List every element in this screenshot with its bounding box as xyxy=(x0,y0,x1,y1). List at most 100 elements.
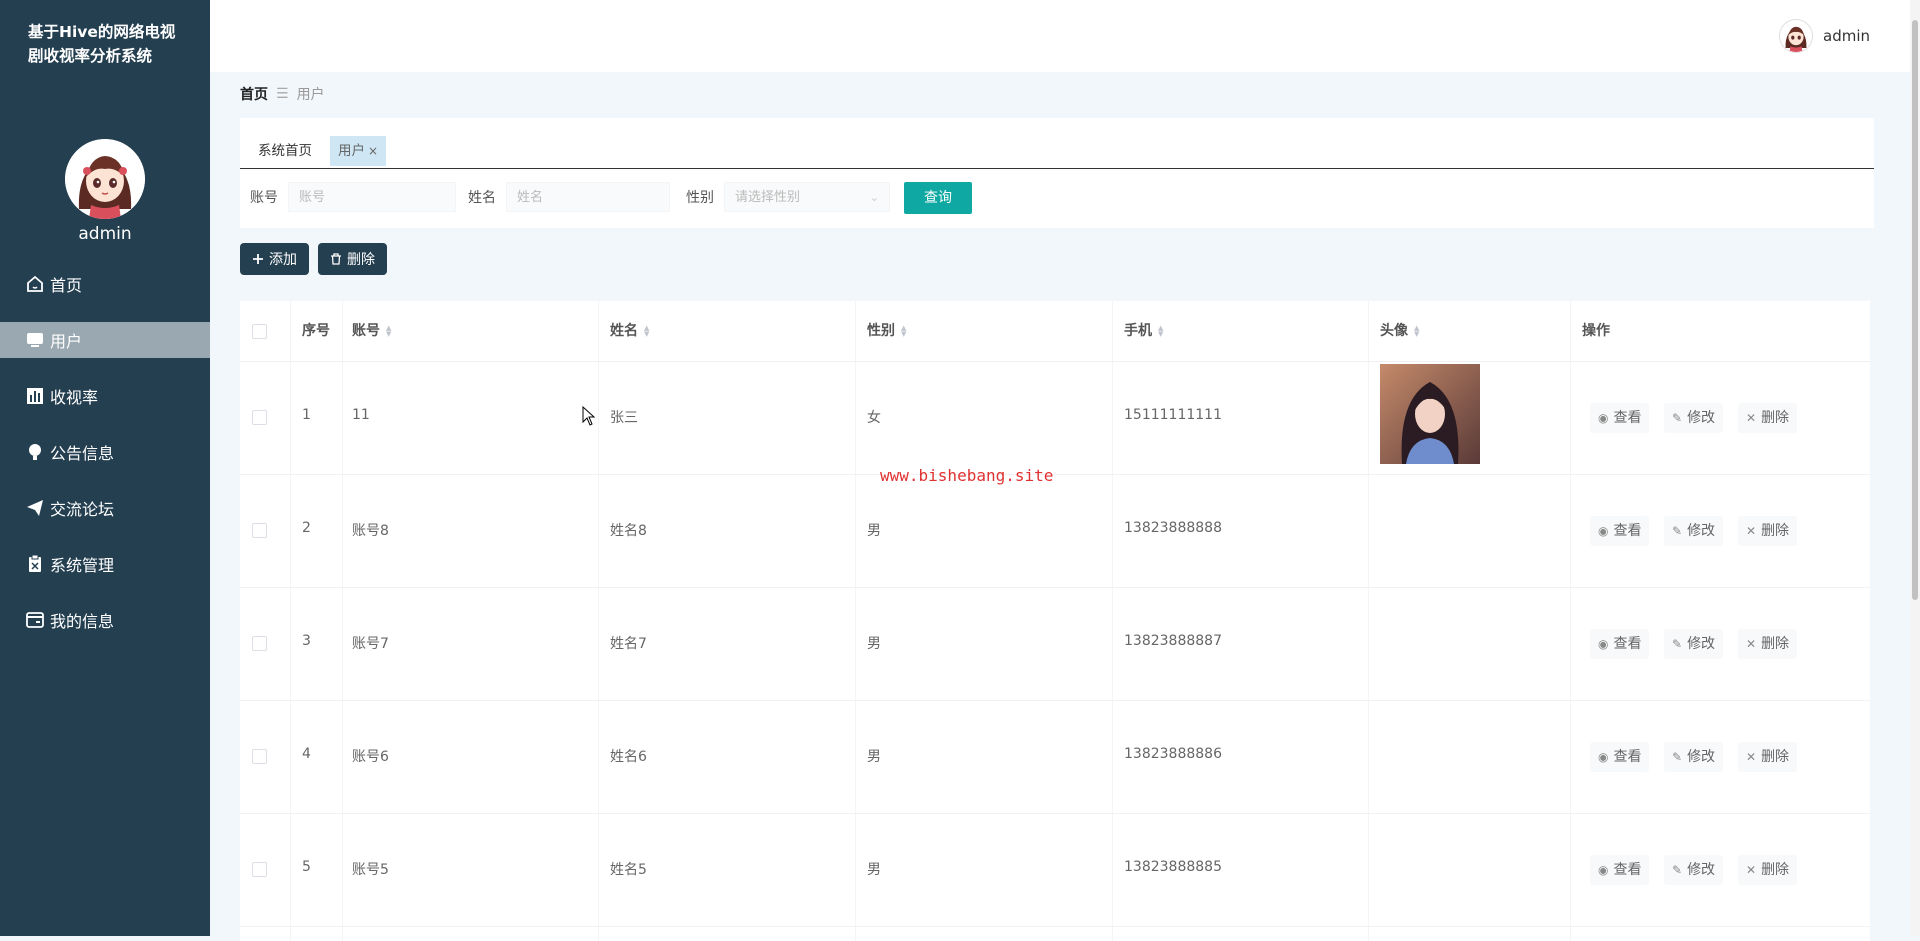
cell-phone: 13823888885 xyxy=(1124,859,1222,875)
view-button[interactable]: ◉ 查看 xyxy=(1590,629,1650,659)
cell-gender: 男 xyxy=(867,749,881,765)
add-button-label: 添加 xyxy=(269,252,297,268)
column-header-label: 手机 xyxy=(1124,323,1152,339)
user-photo[interactable] xyxy=(1380,364,1480,464)
breadcrumb: 首页 ☰ 用户 xyxy=(240,84,325,104)
sort-icon[interactable]: ▲ ▼ xyxy=(386,325,391,338)
view-button[interactable]: ◉ 查看 xyxy=(1590,516,1650,546)
edit-icon: ✎ xyxy=(1672,411,1683,425)
trash-icon xyxy=(330,253,342,265)
cell-name: 姓名5 xyxy=(610,862,647,878)
cell-name: 姓名7 xyxy=(610,636,647,652)
edit-button[interactable]: ✎ 修改 xyxy=(1664,403,1724,433)
row-checkbox[interactable] xyxy=(252,636,267,651)
cell-name: 姓名8 xyxy=(610,523,647,539)
view-button[interactable]: ◉ 查看 xyxy=(1590,403,1650,433)
sidebar-item-users[interactable]: 用户 xyxy=(0,322,210,358)
sort-icon[interactable]: ▲ ▼ xyxy=(1414,325,1419,338)
gender-label: 性别 xyxy=(686,190,714,206)
column-header-avatar[interactable]: 头像 ▲ ▼ xyxy=(1380,301,1419,361)
close-icon: ✕ xyxy=(1746,863,1757,877)
sidebar-item-system[interactable]: 系统管理 xyxy=(0,546,210,582)
sidebar-item-label: 交流论坛 xyxy=(50,500,115,519)
edit-button[interactable]: ✎ 修改 xyxy=(1664,516,1724,546)
column-header-account[interactable]: 账号 ▲ ▼ xyxy=(352,301,391,361)
cell-account: 账号6 xyxy=(352,749,389,765)
delete-row-button[interactable]: ✕ 删除 xyxy=(1738,855,1798,885)
sidebar-item-forum[interactable]: 交流论坛 xyxy=(0,490,210,526)
row-checkbox[interactable] xyxy=(252,862,267,877)
sidebar-item-ratings[interactable]: 收视率 xyxy=(0,378,210,414)
eye-icon: ◉ xyxy=(1598,637,1609,651)
eye-icon: ◉ xyxy=(1598,524,1609,538)
row-checkbox[interactable] xyxy=(252,749,267,764)
edit-button[interactable]: ✎ 修改 xyxy=(1664,855,1724,885)
sort-icon[interactable]: ▲ ▼ xyxy=(901,325,906,338)
column-header-name[interactable]: 姓名 ▲ ▼ xyxy=(610,301,649,361)
home-icon xyxy=(24,273,46,295)
table-row: 3 账号7 姓名7 男 13823888887 ◉ 查看 ✎ 修改 ✕ 删除 xyxy=(240,588,1870,701)
topbar-username: admin xyxy=(1823,27,1870,45)
view-button[interactable]: ◉ 查看 xyxy=(1590,855,1650,885)
mouse-cursor-icon xyxy=(582,405,596,430)
name-label: 姓名 xyxy=(468,190,496,206)
tab-dashboard[interactable]: 系统首页 xyxy=(250,136,320,166)
cell-phone: 13823888888 xyxy=(1124,520,1222,536)
cell-gender: 男 xyxy=(867,636,881,652)
sidebar-item-home[interactable]: 首页 xyxy=(0,266,210,302)
delete-button[interactable]: 删除 xyxy=(318,243,387,275)
query-button[interactable]: 查询 xyxy=(904,182,972,214)
eye-icon: ◉ xyxy=(1598,411,1609,425)
gender-select[interactable]: 请选择性别 ⌄ xyxy=(724,182,890,212)
breadcrumb-home[interactable]: 首页 xyxy=(240,84,268,104)
row-checkbox[interactable] xyxy=(252,410,267,425)
vertical-scrollbar[interactable] xyxy=(1910,0,1920,936)
account-input[interactable]: 账号 xyxy=(288,182,456,212)
search-form: 账号 账号 姓名 姓名 性别 请选择性别 ⌄ 查询 xyxy=(240,182,1874,214)
sidebar-item-label: 系统管理 xyxy=(50,556,115,575)
tab-users[interactable]: 用户 × xyxy=(330,136,387,166)
close-icon[interactable]: × xyxy=(368,144,378,158)
column-header-label: 序号 xyxy=(302,323,330,339)
user-menu[interactable]: admin xyxy=(1779,19,1870,53)
tab-bar: 系统首页 用户 × xyxy=(240,118,1874,169)
column-header-label: 性别 xyxy=(867,323,895,339)
sidebar-item-label: 首页 xyxy=(50,276,83,295)
add-button[interactable]: 添加 xyxy=(240,243,309,275)
view-button[interactable]: ◉ 查看 xyxy=(1590,742,1650,772)
avatar[interactable] xyxy=(65,139,145,219)
column-header-phone[interactable]: 手机 ▲ ▼ xyxy=(1124,301,1163,361)
table-header: 序号 账号 ▲ ▼ 姓名 ▲ ▼ 性别 ▲ ▼ 手机 ▲ ▼ 头像 ▲ ▼ 操作 xyxy=(240,301,1870,362)
sort-icon[interactable]: ▲ ▼ xyxy=(644,325,649,338)
action-label: 修改 xyxy=(1687,749,1716,765)
tab-label: 系统首页 xyxy=(258,143,312,159)
breadcrumb-current: 用户 xyxy=(296,87,325,103)
cell-gender: 男 xyxy=(867,523,881,539)
delete-row-button[interactable]: ✕ 删除 xyxy=(1738,629,1798,659)
sidebar-item-notices[interactable]: 公告信息 xyxy=(0,434,210,470)
cell-phone: 15111111111 xyxy=(1124,407,1222,423)
delete-row-button[interactable]: ✕ 删除 xyxy=(1738,742,1798,772)
scrollbar-thumb[interactable] xyxy=(1912,20,1918,600)
edit-button[interactable]: ✎ 修改 xyxy=(1664,629,1724,659)
cell-index: 5 xyxy=(302,859,311,875)
cell-index: 2 xyxy=(302,520,311,536)
table-row: 2 账号8 姓名8 男 13823888888 ◉ 查看 ✎ 修改 ✕ 删除 xyxy=(240,475,1870,588)
breadcrumb-separator-icon: ☰ xyxy=(276,86,289,102)
sort-icon[interactable]: ▲ ▼ xyxy=(1158,325,1163,338)
chevron-down-icon: ⌄ xyxy=(869,191,879,204)
delete-row-button[interactable]: ✕ 删除 xyxy=(1738,516,1798,546)
column-header-gender[interactable]: 性别 ▲ ▼ xyxy=(867,301,906,361)
delete-row-button[interactable]: ✕ 删除 xyxy=(1738,403,1798,433)
select-all-checkbox[interactable] xyxy=(252,324,267,339)
sidebar-item-profile[interactable]: 我的信息 xyxy=(0,602,210,638)
cell-name: 姓名6 xyxy=(610,749,647,765)
row-checkbox[interactable] xyxy=(252,523,267,538)
card-icon xyxy=(24,609,46,631)
edit-button[interactable]: ✎ 修改 xyxy=(1664,742,1724,772)
sidebar: 基于Hive的网络电视剧收视率分析系统 admin 首页 用户 收视率 公告信息… xyxy=(0,0,210,936)
edit-icon: ✎ xyxy=(1672,750,1683,764)
monitor-icon xyxy=(24,329,46,351)
name-input[interactable]: 姓名 xyxy=(506,182,670,212)
send-icon xyxy=(24,497,46,519)
